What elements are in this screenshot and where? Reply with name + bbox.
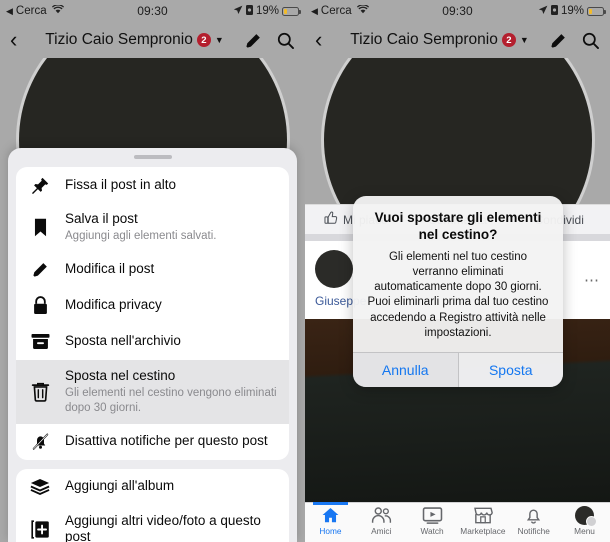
- nav-title-group[interactable]: Tizio Caio Sempronio 2 ▼: [38, 31, 231, 49]
- navigation-bar: ‹ Tizio Caio Sempronio 2 ▼: [0, 22, 305, 58]
- menu-item-pin-post[interactable]: Fissa il post in alto: [16, 167, 289, 203]
- tab-marketplace[interactable]: Marketplace: [457, 503, 508, 536]
- page-title: Tizio Caio Sempronio: [45, 31, 193, 48]
- avatar[interactable]: [315, 250, 353, 288]
- menu-item-move-to-archive[interactable]: Sposta nell'archivio: [16, 324, 289, 360]
- clock: 09:30: [442, 4, 473, 18]
- pin-icon: [28, 176, 52, 195]
- pencil-icon[interactable]: [244, 31, 263, 50]
- nav-actions: [244, 31, 295, 50]
- menu-item-save-post[interactable]: Salva il post Aggiungi agli elementi sal…: [16, 203, 289, 252]
- lock-icon: [28, 296, 52, 315]
- menu-item-title: Sposta nell'archivio: [65, 333, 181, 349]
- dialog-message: Gli elementi nel tuo cestino verranno el…: [367, 250, 549, 339]
- confirm-button[interactable]: Sposta: [457, 353, 563, 388]
- menu-item-mute-notifications[interactable]: Disattiva notifiche per questo post: [16, 424, 289, 460]
- back-button[interactable]: ‹: [10, 29, 32, 51]
- menu-item-title: Sposta nel cestino: [65, 367, 176, 383]
- menu-item-title: Modifica privacy: [65, 297, 162, 313]
- menu-item-title: Modifica il post: [65, 261, 155, 277]
- menu-avatar-icon: [575, 506, 598, 527]
- menu-item-title: Aggiungi altri video/foto a questo post: [65, 512, 261, 542]
- action-sheet-group-1: Fissa il post in alto Salva il post Aggi…: [16, 167, 289, 460]
- trash-icon: [28, 382, 52, 402]
- drag-handle[interactable]: [133, 155, 172, 159]
- archive-icon: [28, 333, 52, 350]
- marketplace-icon: [473, 506, 493, 525]
- bookmark-icon: [28, 218, 52, 237]
- battery-icon: [282, 6, 301, 16]
- tab-home[interactable]: Home: [305, 502, 356, 536]
- tab-label: Home: [319, 526, 342, 536]
- menu-item-text: Salva il post Aggiungi agli elementi sal…: [65, 211, 217, 244]
- page-title: Tizio Caio Sempronio: [350, 31, 498, 48]
- search-icon[interactable]: [581, 31, 600, 50]
- friends-icon: [371, 506, 392, 525]
- menu-item-text: Sposta nel cestino Gli elementi nel cest…: [65, 368, 277, 416]
- nav-actions: [549, 31, 600, 50]
- post-options-action-sheet: Fissa il post in alto Salva il post Aggi…: [8, 148, 297, 542]
- tab-notifications[interactable]: Notifiche: [508, 503, 559, 536]
- menu-item-edit-privacy[interactable]: Modifica privacy: [16, 288, 289, 324]
- bottom-tab-bar: Home Amici Watch Marketplace Notifiche M…: [305, 502, 610, 542]
- tab-label: Amici: [371, 526, 392, 536]
- menu-item-text: Modifica privacy: [65, 297, 162, 314]
- menu-item-title: Salva il post: [65, 211, 138, 226]
- menu-item-add-more-media[interactable]: Aggiungi altri video/foto a questo post: [16, 505, 289, 542]
- action-sheet-group-2: Aggiungi all'album Aggiungi altri video/…: [16, 468, 289, 542]
- menu-item-title: Disattiva notifiche per questo post: [65, 433, 268, 449]
- dialog-buttons: Annulla Sposta: [353, 352, 563, 388]
- battery-icon: [587, 6, 606, 16]
- menu-item-add-to-album[interactable]: Aggiungi all'album: [16, 469, 289, 505]
- menu-item-edit-post[interactable]: Modifica il post: [16, 252, 289, 288]
- menu-item-text: Sposta nell'archivio: [65, 333, 181, 350]
- nav-title-group[interactable]: Tizio Caio Sempronio 2 ▼: [343, 31, 536, 49]
- album-stack-icon: [28, 478, 52, 496]
- thumbs-up-icon: [324, 211, 338, 228]
- menu-item-text: Fissa il post in alto: [65, 177, 176, 194]
- back-button[interactable]: ‹: [315, 29, 337, 51]
- menu-item-text: Aggiungi all'album: [65, 478, 174, 495]
- notification-badge: 2: [501, 33, 516, 47]
- more-horizontal-icon[interactable]: ⋯: [584, 271, 600, 289]
- tab-friends[interactable]: Amici: [356, 503, 407, 536]
- tab-menu[interactable]: Menu: [559, 503, 610, 536]
- status-bar: ◀ Cerca 09:30 19%: [0, 0, 305, 22]
- chevron-down-icon[interactable]: ▼: [520, 35, 529, 45]
- tab-label: Watch: [420, 526, 444, 536]
- menu-item-text: Modifica il post: [65, 261, 154, 278]
- cancel-button[interactable]: Annulla: [353, 353, 458, 388]
- menu-item-title: Aggiungi all'album: [65, 478, 175, 494]
- menu-item-subtitle: Gli elementi nel cestino vengono elimina…: [65, 386, 277, 414]
- phone-screen-right: ◀ Cerca 09:30 19% ‹ Tizio Caio Sempronio…: [305, 0, 610, 542]
- confirm-trash-dialog: Vuoi spostare gli elementi nel cestino? …: [353, 196, 563, 388]
- menu-item-subtitle: Aggiungi agli elementi salvati.: [65, 229, 217, 242]
- tab-watch[interactable]: Watch: [407, 503, 458, 536]
- dialog-body: Vuoi spostare gli elementi nel cestino? …: [353, 196, 563, 352]
- notification-badge: 2: [196, 33, 211, 47]
- watch-icon: [422, 506, 443, 525]
- home-icon: [321, 506, 340, 525]
- pencil-icon: [28, 260, 52, 279]
- menu-item-move-to-trash[interactable]: Sposta nel cestino Gli elementi nel cest…: [16, 359, 289, 424]
- bell-slash-icon: [28, 432, 52, 451]
- menu-item-title: Fissa il post in alto: [65, 176, 177, 192]
- dual-screenshot: ◀ Cerca 09:30 19% ‹ Tizio Caio Sempronio…: [0, 0, 610, 542]
- pencil-icon[interactable]: [549, 31, 568, 50]
- tab-label: Menu: [574, 526, 595, 536]
- tab-label: Notifiche: [517, 526, 550, 536]
- navigation-bar: ‹ Tizio Caio Sempronio 2 ▼: [305, 22, 610, 58]
- status-bar: ◀ Cerca 09:30 19%: [305, 0, 610, 22]
- menu-item-text: Disattiva notifiche per questo post: [65, 433, 268, 450]
- phone-screen-left: ◀ Cerca 09:30 19% ‹ Tizio Caio Sempronio…: [0, 0, 305, 542]
- add-media-icon: [28, 520, 52, 539]
- chevron-down-icon[interactable]: ▼: [215, 35, 224, 45]
- clock: 09:30: [137, 4, 168, 18]
- search-icon[interactable]: [276, 31, 295, 50]
- tab-label: Marketplace: [460, 526, 506, 536]
- bell-icon: [524, 506, 543, 525]
- dialog-title: Vuoi spostare gli elementi nel cestino?: [374, 210, 542, 243]
- menu-item-text: Aggiungi altri video/foto a questo post: [65, 513, 277, 542]
